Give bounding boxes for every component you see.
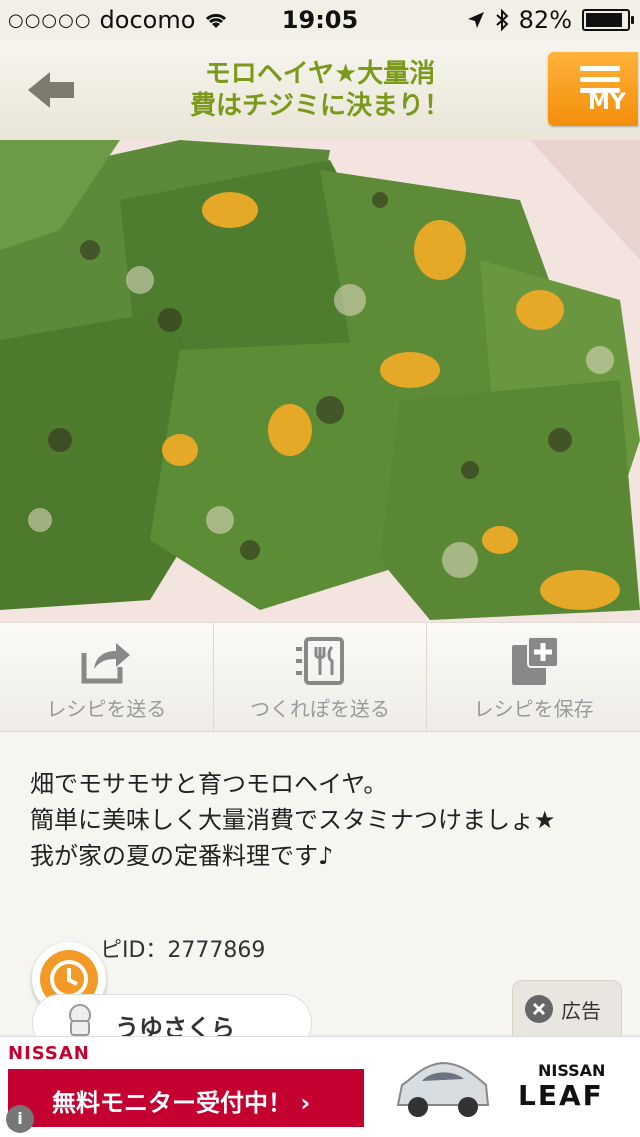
ad-banner[interactable]: NISSAN 無料モニター受付中！ › NISSAN LEAF i bbox=[0, 1036, 640, 1137]
nissan-logo-text: NISSAN bbox=[8, 1043, 90, 1064]
page-title: モロヘイヤ★大量消 費はチジミに決まり！ bbox=[150, 58, 490, 122]
title-line-1: モロヘイヤ★大量消 bbox=[204, 59, 436, 89]
send-tsukurepo-button[interactable]: つくれぽを送る bbox=[212, 623, 427, 731]
chef-avatar-icon bbox=[69, 1004, 91, 1036]
nissan-brand: NISSAN bbox=[538, 1061, 606, 1080]
send-recipe-label: レシピを送る bbox=[46, 697, 167, 721]
save-recipe-label: レシピを保存 bbox=[473, 697, 594, 721]
ad-label: 広告 bbox=[561, 999, 601, 1023]
tsukurepo-icon bbox=[296, 637, 344, 685]
back-arrow-icon[interactable] bbox=[26, 68, 78, 112]
share-icon bbox=[81, 643, 131, 684]
save-recipe-button[interactable]: レシピを保存 bbox=[426, 623, 640, 731]
battery-percent: 82% bbox=[518, 6, 572, 34]
title-line-2: 費はチジミに決まり！ bbox=[189, 91, 450, 121]
recipe-actions: レシピを送る つくれぽを送る レシピを保存 bbox=[0, 622, 640, 732]
bluetooth-icon bbox=[495, 9, 509, 31]
recipe-photo bbox=[0, 140, 640, 622]
car-image bbox=[396, 1061, 490, 1117]
save-recipe-icon bbox=[511, 636, 559, 685]
send-tsukurepo-label: つくれぽを送る bbox=[250, 697, 390, 721]
send-recipe-button[interactable]: レシピを送る bbox=[0, 623, 213, 731]
description-text: 畑でモサモサと育つモロヘイヤ。 簡単に美味しく大量消費でスタミナつけましょ★ 我… bbox=[30, 770, 556, 870]
close-icon bbox=[525, 995, 553, 1023]
leaf-model: LEAF bbox=[518, 1079, 604, 1112]
my-menu-button[interactable]: MY bbox=[548, 52, 638, 126]
recipe-description: 畑でモサモサと育つモロヘイヤ。 簡単に美味しく大量消費でスタミナつけましょ★ 我… bbox=[0, 732, 640, 1052]
battery-icon bbox=[582, 9, 634, 31]
my-label: MY bbox=[588, 90, 626, 115]
recipe-id: ピID：2777869 bbox=[100, 938, 266, 963]
location-icon bbox=[467, 12, 484, 28]
status-bar: ○○○○○ docomo 19:05 82% bbox=[0, 0, 640, 40]
nav-bar: モロヘイヤ★大量消 費はチジミに決まり！ MY bbox=[0, 40, 640, 141]
ad-cta-label: 無料モニター受付中！ › bbox=[52, 1089, 311, 1117]
ad-info-icon[interactable]: i bbox=[6, 1105, 34, 1133]
ad-close-button[interactable]: 広告 bbox=[512, 980, 622, 1038]
ad-cta[interactable]: 無料モニター受付中！ › bbox=[8, 1069, 364, 1127]
